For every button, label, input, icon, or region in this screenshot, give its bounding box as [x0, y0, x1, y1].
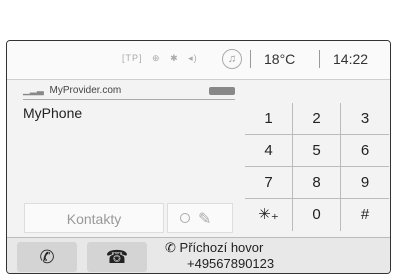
temperature: 18°C — [264, 51, 296, 67]
caller-number: +49567890123 — [187, 256, 275, 271]
key-star[interactable]: ✳₊ — [245, 199, 293, 231]
bluetooth-icon: ✱ — [170, 53, 179, 63]
provider-name: MyProvider.com — [49, 85, 122, 96]
answer-call-button[interactable]: ✆ — [17, 242, 77, 272]
key-9[interactable]: 9 — [341, 167, 389, 199]
call-status: Příchozí hovor — [179, 240, 264, 255]
incoming-call-icon: ✆ — [165, 240, 176, 255]
call-bar: ✆ ☎ ✆ Příchozí hovor +49567890123 — [7, 237, 390, 273]
key-4[interactable]: 4 — [245, 135, 293, 167]
clock: 14:22 — [333, 51, 369, 67]
tp-icon: [TP] — [122, 53, 143, 63]
volume-icon: ◂) — [188, 53, 198, 63]
indicator-icon — [180, 213, 190, 223]
phone-name: MyPhone — [23, 105, 83, 121]
key-8[interactable]: 8 — [293, 167, 341, 199]
infotainment-screen: [TP] ⊕ ✱ ◂) ♫ 18°C 14:22 ▁▂▃ MyProvider.… — [6, 40, 391, 274]
contacts-button[interactable]: Kontakty — [24, 203, 164, 233]
provider-row: ▁▂▃ MyProvider.com — [23, 85, 235, 100]
status-icons: [TP] ⊕ ✱ ◂) — [122, 53, 204, 64]
battery-icon — [209, 87, 235, 95]
key-3[interactable]: 3 — [341, 103, 389, 135]
key-0[interactable]: 0 — [293, 199, 341, 231]
separator — [319, 50, 320, 68]
signal-icon: ▁▂▃ — [23, 85, 44, 95]
voice-recognition-button[interactable]: ✎ — [167, 203, 233, 233]
incoming-call-info: ✆ Příchozí hovor +49567890123 — [165, 240, 274, 272]
key-hash[interactable]: # — [341, 199, 389, 231]
microphone-off-icon: ✎ — [198, 211, 212, 228]
hang-up-icon: ☎ — [105, 247, 129, 267]
satellite-icon: ⊕ — [152, 53, 161, 63]
music-icon[interactable]: ♫ — [222, 49, 242, 69]
separator — [250, 50, 251, 68]
key-6[interactable]: 6 — [341, 135, 389, 167]
phone-icon: ✆ — [39, 247, 55, 267]
status-bar: [TP] ⊕ ✱ ◂) ♫ 18°C 14:22 — [7, 41, 390, 80]
dial-keypad: 1 2 3 4 5 6 7 8 9 ✳₊ 0 # — [245, 103, 390, 233]
key-5[interactable]: 5 — [293, 135, 341, 167]
key-2[interactable]: 2 — [293, 103, 341, 135]
key-1[interactable]: 1 — [245, 103, 293, 135]
decline-call-button[interactable]: ☎ — [87, 242, 147, 272]
key-7[interactable]: 7 — [245, 167, 293, 199]
